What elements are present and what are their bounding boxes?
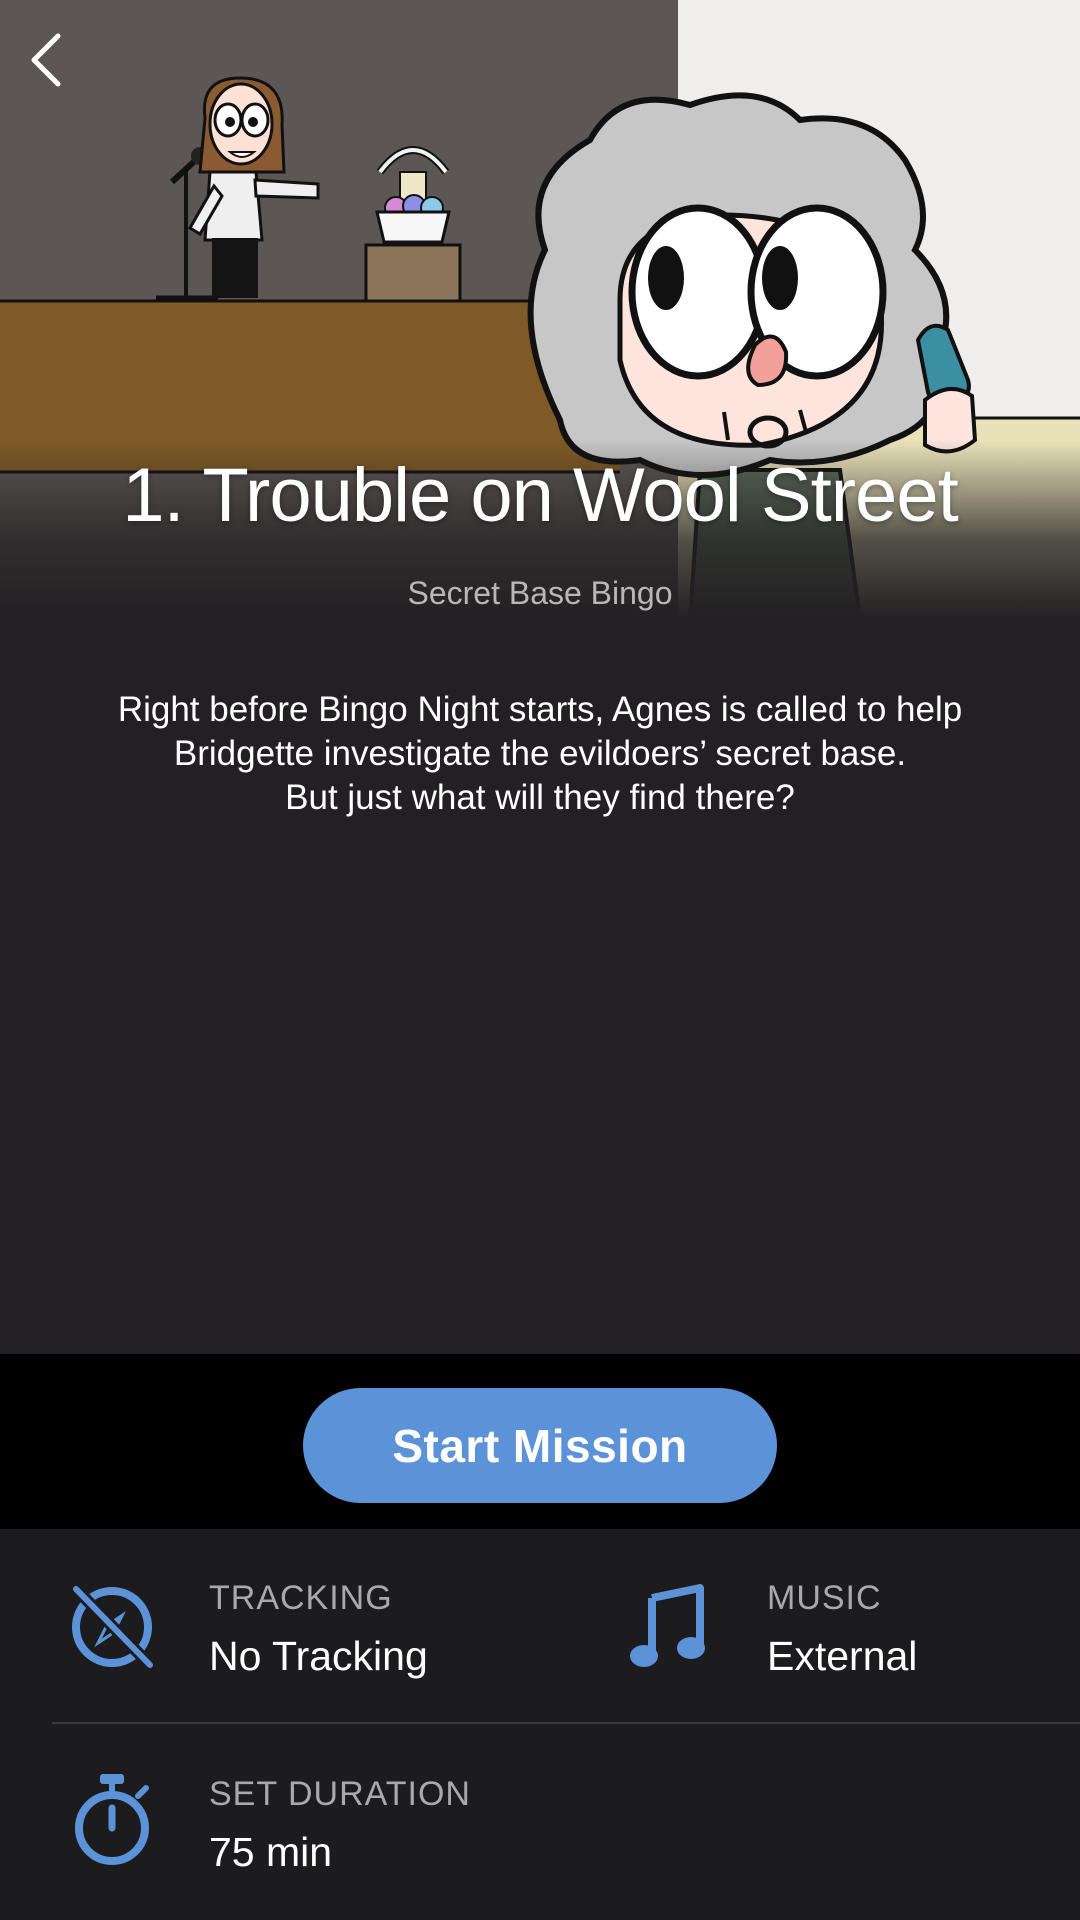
mission-description: Right before Bingo Night starts, Agnes i… bbox=[40, 688, 1040, 820]
chevron-left-icon bbox=[31, 33, 61, 87]
tracking-value: No Tracking bbox=[209, 1633, 428, 1679]
description-line: Bridgette investigate the evildoers’ sec… bbox=[173, 734, 907, 773]
duration-setting[interactable]: SET DURATION 75 min bbox=[0, 1724, 1080, 1920]
mission-settings-panel: TRACKING No Tracking MUSIC External SET … bbox=[0, 1529, 1080, 1920]
mission-title: 1. Trouble on Wool Street bbox=[122, 453, 958, 538]
stopwatch-icon bbox=[75, 1774, 149, 1865]
duration-label: SET DURATION bbox=[209, 1775, 471, 1813]
back-button[interactable] bbox=[22, 28, 76, 92]
no-tracking-compass-icon bbox=[71, 1584, 155, 1670]
music-value: External bbox=[767, 1633, 918, 1679]
duration-value: 75 min bbox=[209, 1829, 333, 1875]
start-mission-bar: Start Mission bbox=[0, 1354, 1080, 1529]
start-mission-button[interactable]: Start Mission bbox=[303, 1388, 777, 1503]
description-line: Right before Bingo Night starts, Agnes i… bbox=[117, 690, 963, 729]
music-note-icon bbox=[630, 1584, 705, 1667]
mission-subtitle: Secret Base Bingo bbox=[407, 575, 673, 611]
tracking-label: TRACKING bbox=[209, 1579, 393, 1617]
tracking-setting[interactable]: TRACKING No Tracking bbox=[0, 1529, 540, 1722]
description-line: But just what will they find there? bbox=[285, 778, 795, 817]
music-setting[interactable]: MUSIC External bbox=[540, 1529, 1080, 1722]
music-label: MUSIC bbox=[767, 1579, 882, 1617]
